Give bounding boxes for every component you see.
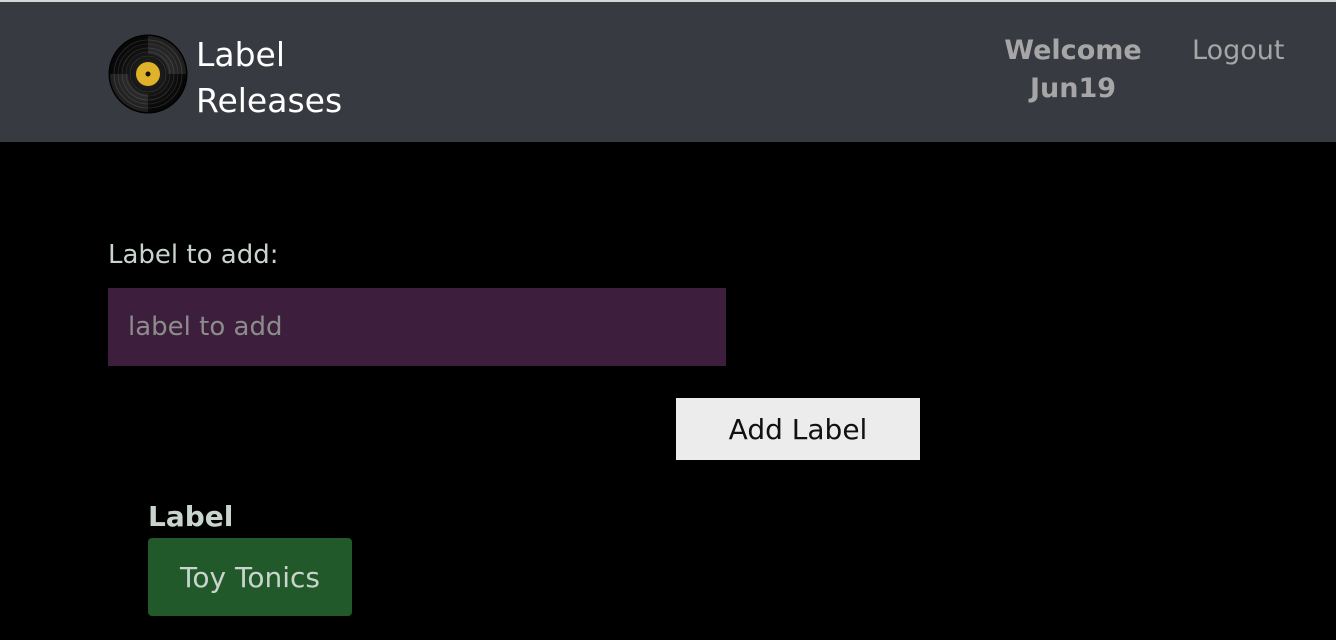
brand-title-line1: Label <box>196 35 286 74</box>
label-item[interactable]: Toy Tonics <box>148 538 352 616</box>
welcome-message: Welcome Jun19 <box>992 32 1154 108</box>
logout-link[interactable]: Logout <box>1192 32 1284 70</box>
label-input-label: Label to add: <box>108 240 279 270</box>
add-label-button[interactable]: Add Label <box>676 398 920 460</box>
brand-title-line2: Releases <box>196 81 343 120</box>
vinyl-record-icon <box>108 34 188 114</box>
brand-title: Label Releases <box>196 32 342 124</box>
navbar: Label Releases Welcome Jun19 Logout <box>0 2 1336 142</box>
labels-heading: Label <box>148 500 234 533</box>
brand[interactable]: Label Releases <box>108 32 342 120</box>
username: Jun19 <box>1029 73 1117 104</box>
label-input[interactable] <box>108 288 726 366</box>
welcome-text: Welcome <box>1004 35 1142 66</box>
